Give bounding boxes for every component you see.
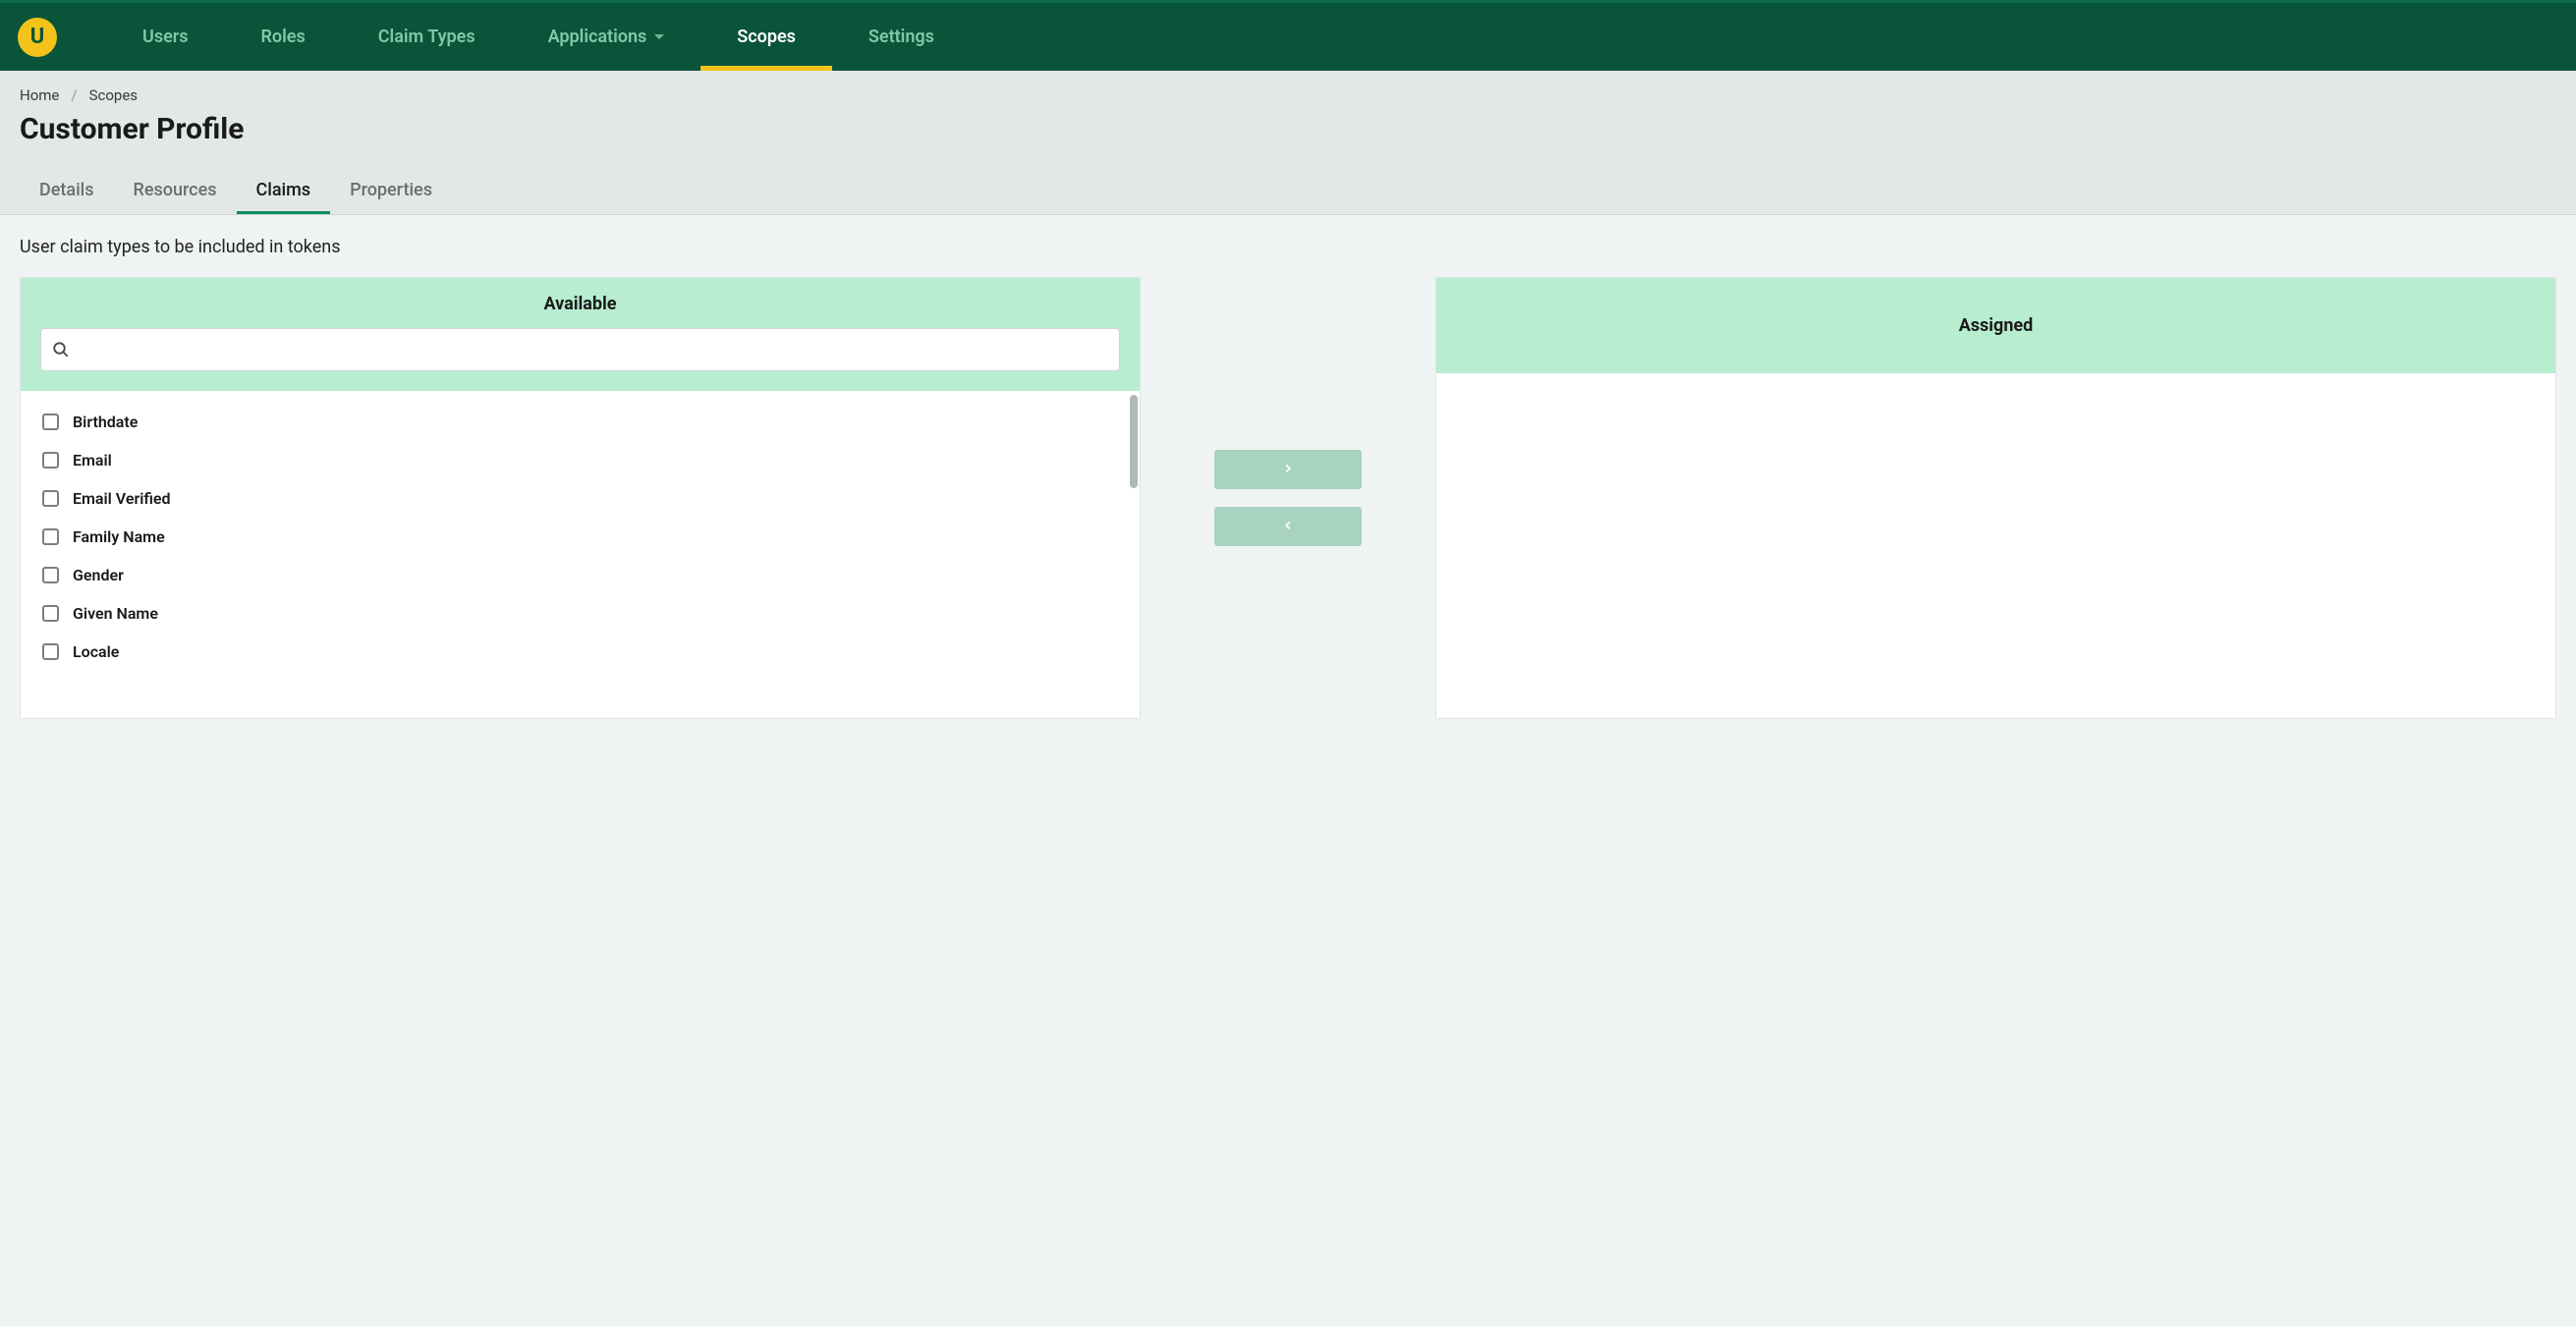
chevron-right-icon bbox=[1281, 462, 1295, 478]
checkbox[interactable] bbox=[42, 528, 59, 545]
checkbox[interactable] bbox=[42, 414, 59, 430]
section-subtitle: User claim types to be included in token… bbox=[20, 237, 2556, 257]
assigned-panel: Assigned bbox=[1435, 277, 2556, 719]
list-item[interactable]: Family Name bbox=[21, 518, 1140, 556]
list-item-label: Family Name bbox=[73, 527, 165, 546]
list-item-label: Email Verified bbox=[73, 489, 171, 508]
tab-resources[interactable]: Resources bbox=[114, 168, 237, 214]
nav-item-label: Scopes bbox=[737, 27, 796, 47]
tab-properties[interactable]: Properties bbox=[330, 168, 452, 214]
page-title: Customer Profile bbox=[20, 112, 2556, 146]
assigned-list[interactable] bbox=[1436, 373, 2555, 718]
move-left-button[interactable] bbox=[1214, 507, 1362, 546]
nav-item-scopes[interactable]: Scopes bbox=[700, 3, 832, 71]
chevron-left-icon bbox=[1281, 519, 1295, 535]
breadcrumb: Home / Scopes bbox=[20, 86, 2556, 104]
list-item-label: Gender bbox=[73, 566, 124, 584]
nav-item-claim-types[interactable]: Claim Types bbox=[342, 3, 512, 71]
list-item[interactable]: Email Verified bbox=[21, 479, 1140, 518]
list-item[interactable]: Given Name bbox=[21, 594, 1140, 633]
breadcrumb-link-home[interactable]: Home bbox=[20, 86, 59, 104]
scrollbar-thumb[interactable] bbox=[1130, 395, 1138, 488]
list-item[interactable]: Locale bbox=[21, 633, 1140, 671]
transfer-buttons bbox=[1180, 277, 1396, 719]
list-item[interactable]: Birthdate bbox=[21, 403, 1140, 441]
assigned-panel-title: Assigned bbox=[1456, 315, 2536, 336]
list-item-label: Birthdate bbox=[73, 413, 138, 431]
main-nav: Users Roles Claim Types Applications Scopes S… bbox=[106, 3, 971, 71]
checkbox[interactable] bbox=[42, 605, 59, 622]
transfer-layout: Available Birthdate Email Email Verified Fa… bbox=[20, 277, 2556, 719]
list-item-label: Email bbox=[73, 451, 112, 470]
list-item-label: Given Name bbox=[73, 604, 158, 623]
tab-claims[interactable]: Claims bbox=[237, 168, 331, 214]
checkbox[interactable] bbox=[42, 452, 59, 469]
nav-item-users[interactable]: Users bbox=[106, 3, 225, 71]
search-icon bbox=[52, 341, 70, 359]
breadcrumb-link-scopes[interactable]: Scopes bbox=[89, 86, 138, 104]
nav-item-label: Applications bbox=[548, 27, 647, 47]
list-item[interactable]: Email bbox=[21, 441, 1140, 479]
checkbox[interactable] bbox=[42, 567, 59, 583]
nav-item-settings[interactable]: Settings bbox=[832, 3, 971, 71]
checkbox[interactable] bbox=[42, 643, 59, 660]
available-panel-title: Available bbox=[40, 294, 1120, 314]
nav-item-label: Roles bbox=[261, 27, 306, 47]
assigned-panel-header: Assigned bbox=[1436, 278, 2555, 373]
move-right-button[interactable] bbox=[1214, 450, 1362, 489]
breadcrumb-separator: / bbox=[71, 86, 77, 104]
page-header: Home / Scopes Customer Profile DetailsReso… bbox=[0, 71, 2576, 215]
nav-item-label: Claim Types bbox=[378, 27, 476, 47]
top-nav-bar: Users Roles Claim Types Applications Scopes S… bbox=[0, 0, 2576, 71]
chevron-down-icon bbox=[654, 34, 664, 39]
list-item-label: Locale bbox=[73, 642, 119, 661]
nav-item-label: Users bbox=[142, 27, 189, 47]
page-tabs: DetailsResourcesClaimsProperties bbox=[20, 168, 2556, 214]
available-panel: Available Birthdate Email Email Verified Fa… bbox=[20, 277, 1141, 719]
available-search-input[interactable] bbox=[40, 328, 1120, 371]
tab-details[interactable]: Details bbox=[20, 168, 114, 214]
app-logo bbox=[18, 18, 57, 57]
nav-item-applications[interactable]: Applications bbox=[512, 3, 701, 71]
available-list[interactable]: Birthdate Email Email Verified Family Name G… bbox=[21, 391, 1140, 718]
available-panel-header: Available bbox=[21, 278, 1140, 391]
available-search-wrap bbox=[40, 328, 1120, 371]
nav-item-label: Settings bbox=[868, 27, 934, 47]
content-area: User claim types to be included in token… bbox=[0, 215, 2576, 741]
list-item[interactable]: Gender bbox=[21, 556, 1140, 594]
nav-item-roles[interactable]: Roles bbox=[225, 3, 342, 71]
checkbox[interactable] bbox=[42, 490, 59, 507]
